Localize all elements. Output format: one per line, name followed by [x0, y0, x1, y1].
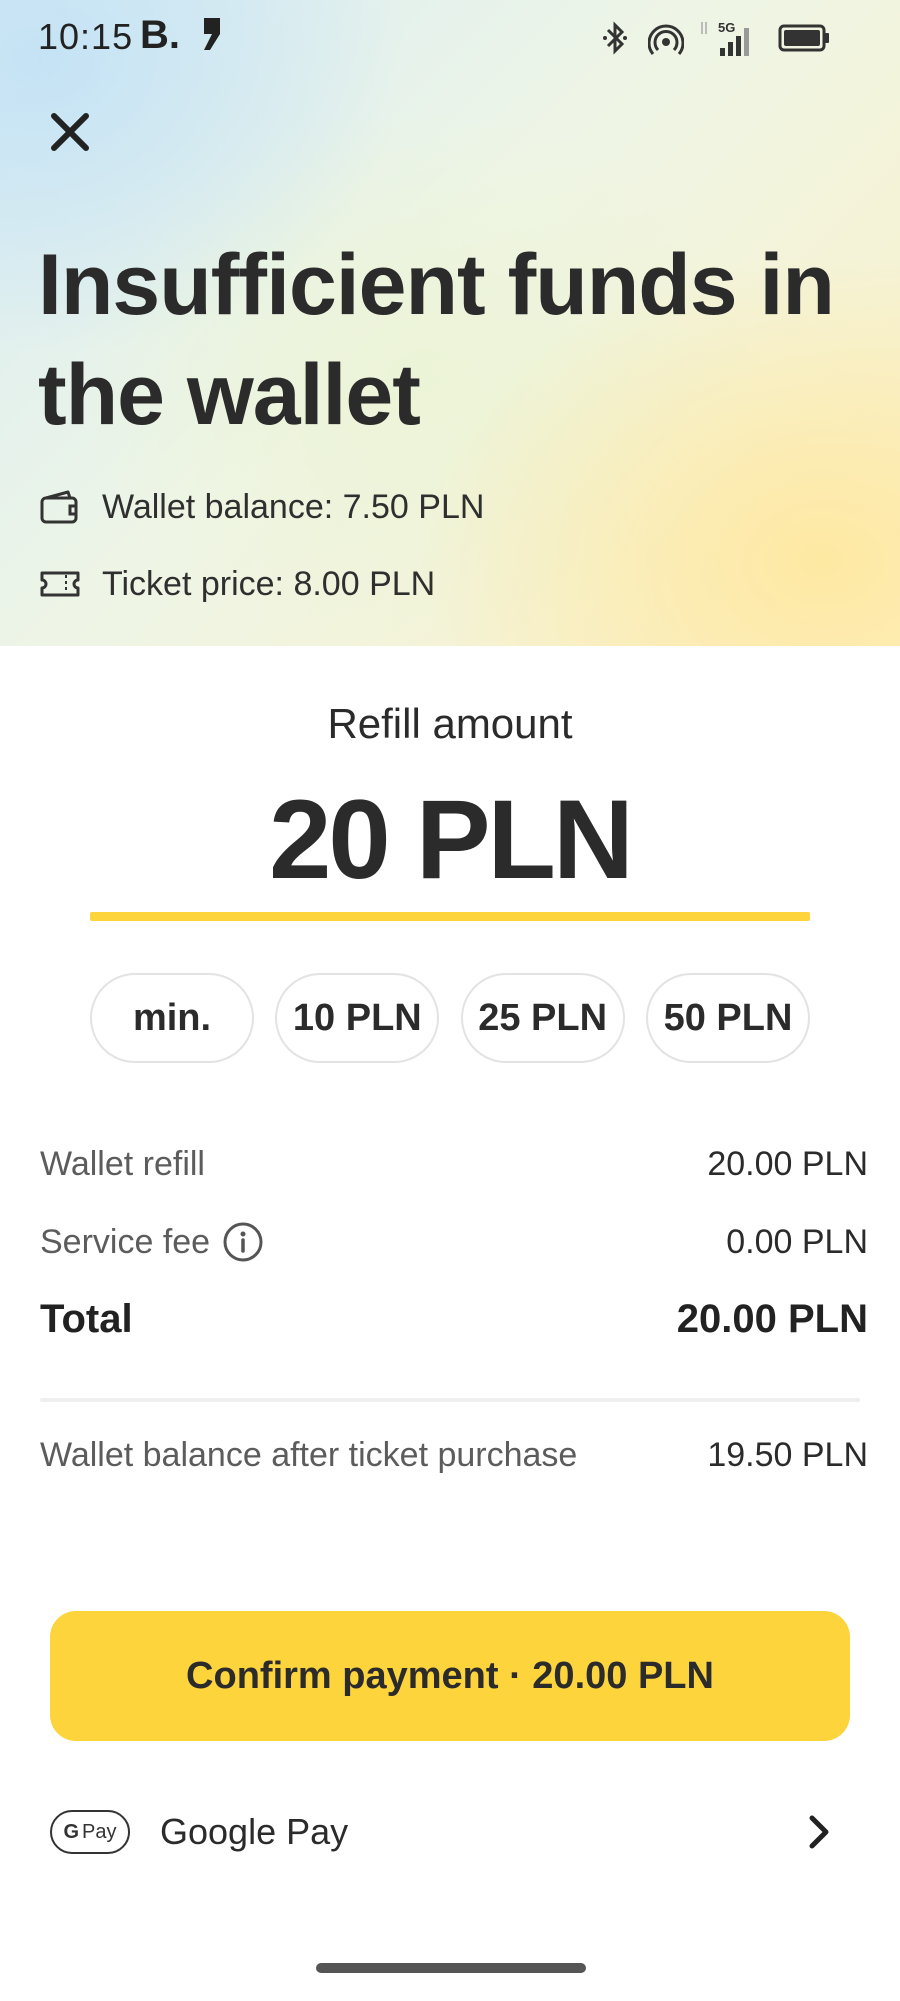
amount-chip-10[interactable]: 10 PLN: [275, 973, 440, 1063]
service-fee-value: 0.00 PLN: [726, 1222, 868, 1261]
close-button[interactable]: [44, 106, 96, 158]
refill-amount-input[interactable]: 20 PLN: [0, 780, 900, 900]
wallet-refill-label: Wallet refill: [40, 1145, 205, 1183]
bluetooth-icon: [603, 21, 627, 55]
svg-text:5G: 5G: [718, 20, 735, 35]
gpay-badge-g: G: [63, 1820, 80, 1843]
payment-method-selector[interactable]: G Pay Google Pay: [50, 1800, 850, 1864]
balance-after-label: Wallet balance after ticket purchase: [40, 1436, 578, 1474]
status-bar: 10:15 B. 5G: [0, 0, 900, 78]
balance-after-row: Wallet balance after ticket purchase 19.…: [40, 1436, 868, 1475]
total-value: 20.00 PLN: [676, 1297, 868, 1341]
app-notification-icon: B.: [140, 13, 180, 57]
gpay-badge-text: Pay: [82, 1820, 117, 1843]
amount-chip-min[interactable]: min.: [90, 973, 254, 1063]
ticket-icon: [40, 571, 80, 597]
ticket-price-row: Ticket price: 8.00 PLN: [40, 562, 435, 606]
ticket-price-text: Ticket price: 8.00 PLN: [102, 564, 436, 603]
refill-amount-label: Refill amount: [327, 700, 573, 747]
signal-5g-icon: 5G: [701, 20, 749, 56]
confirm-payment-button[interactable]: Confirm payment · 20.00 PLN: [50, 1611, 850, 1741]
status-time: 10:15: [38, 16, 134, 57]
amount-options: min. 10 PLN 25 PLN 50 PLN: [90, 973, 810, 1063]
wallet-balance-row: Wallet balance: 7.50 PLN: [40, 485, 484, 529]
wallet-refill-row: Wallet refill 20.00 PLN: [40, 1145, 868, 1184]
battery-icon: [778, 24, 829, 52]
google-pay-icon: G Pay: [50, 1810, 130, 1854]
service-fee-row: Service fee 0.00 PLN: [40, 1221, 868, 1263]
service-fee-label: Service fee: [40, 1222, 211, 1261]
amount-chip-25[interactable]: 25 PLN: [460, 973, 625, 1063]
close-icon: [51, 113, 89, 151]
wallet-balance-text: Wallet balance: 7.50 PLN: [102, 487, 485, 526]
quote-notification-icon: [204, 18, 220, 50]
wallet-refill-value: 20.00 PLN: [707, 1145, 868, 1183]
total-row: Total 20.00 PLN: [40, 1297, 868, 1342]
total-label: Total: [40, 1297, 133, 1341]
wallet-icon: [40, 490, 78, 524]
summary-divider: [40, 1398, 860, 1402]
info-icon[interactable]: [222, 1221, 264, 1263]
hotspot-icon: [648, 24, 684, 55]
amount-chip-50[interactable]: 50 PLN: [645, 973, 810, 1063]
balance-after-value: 19.50 PLN: [707, 1436, 868, 1474]
payment-method-label: Google Pay: [160, 1811, 349, 1852]
chevron-right-icon: [809, 1815, 829, 1849]
amount-underline: [90, 912, 810, 921]
service-fee-group: Service fee: [40, 1221, 264, 1263]
page-title: Insufficient funds in the wallet: [38, 237, 835, 443]
home-indicator[interactable]: [316, 1963, 586, 1973]
